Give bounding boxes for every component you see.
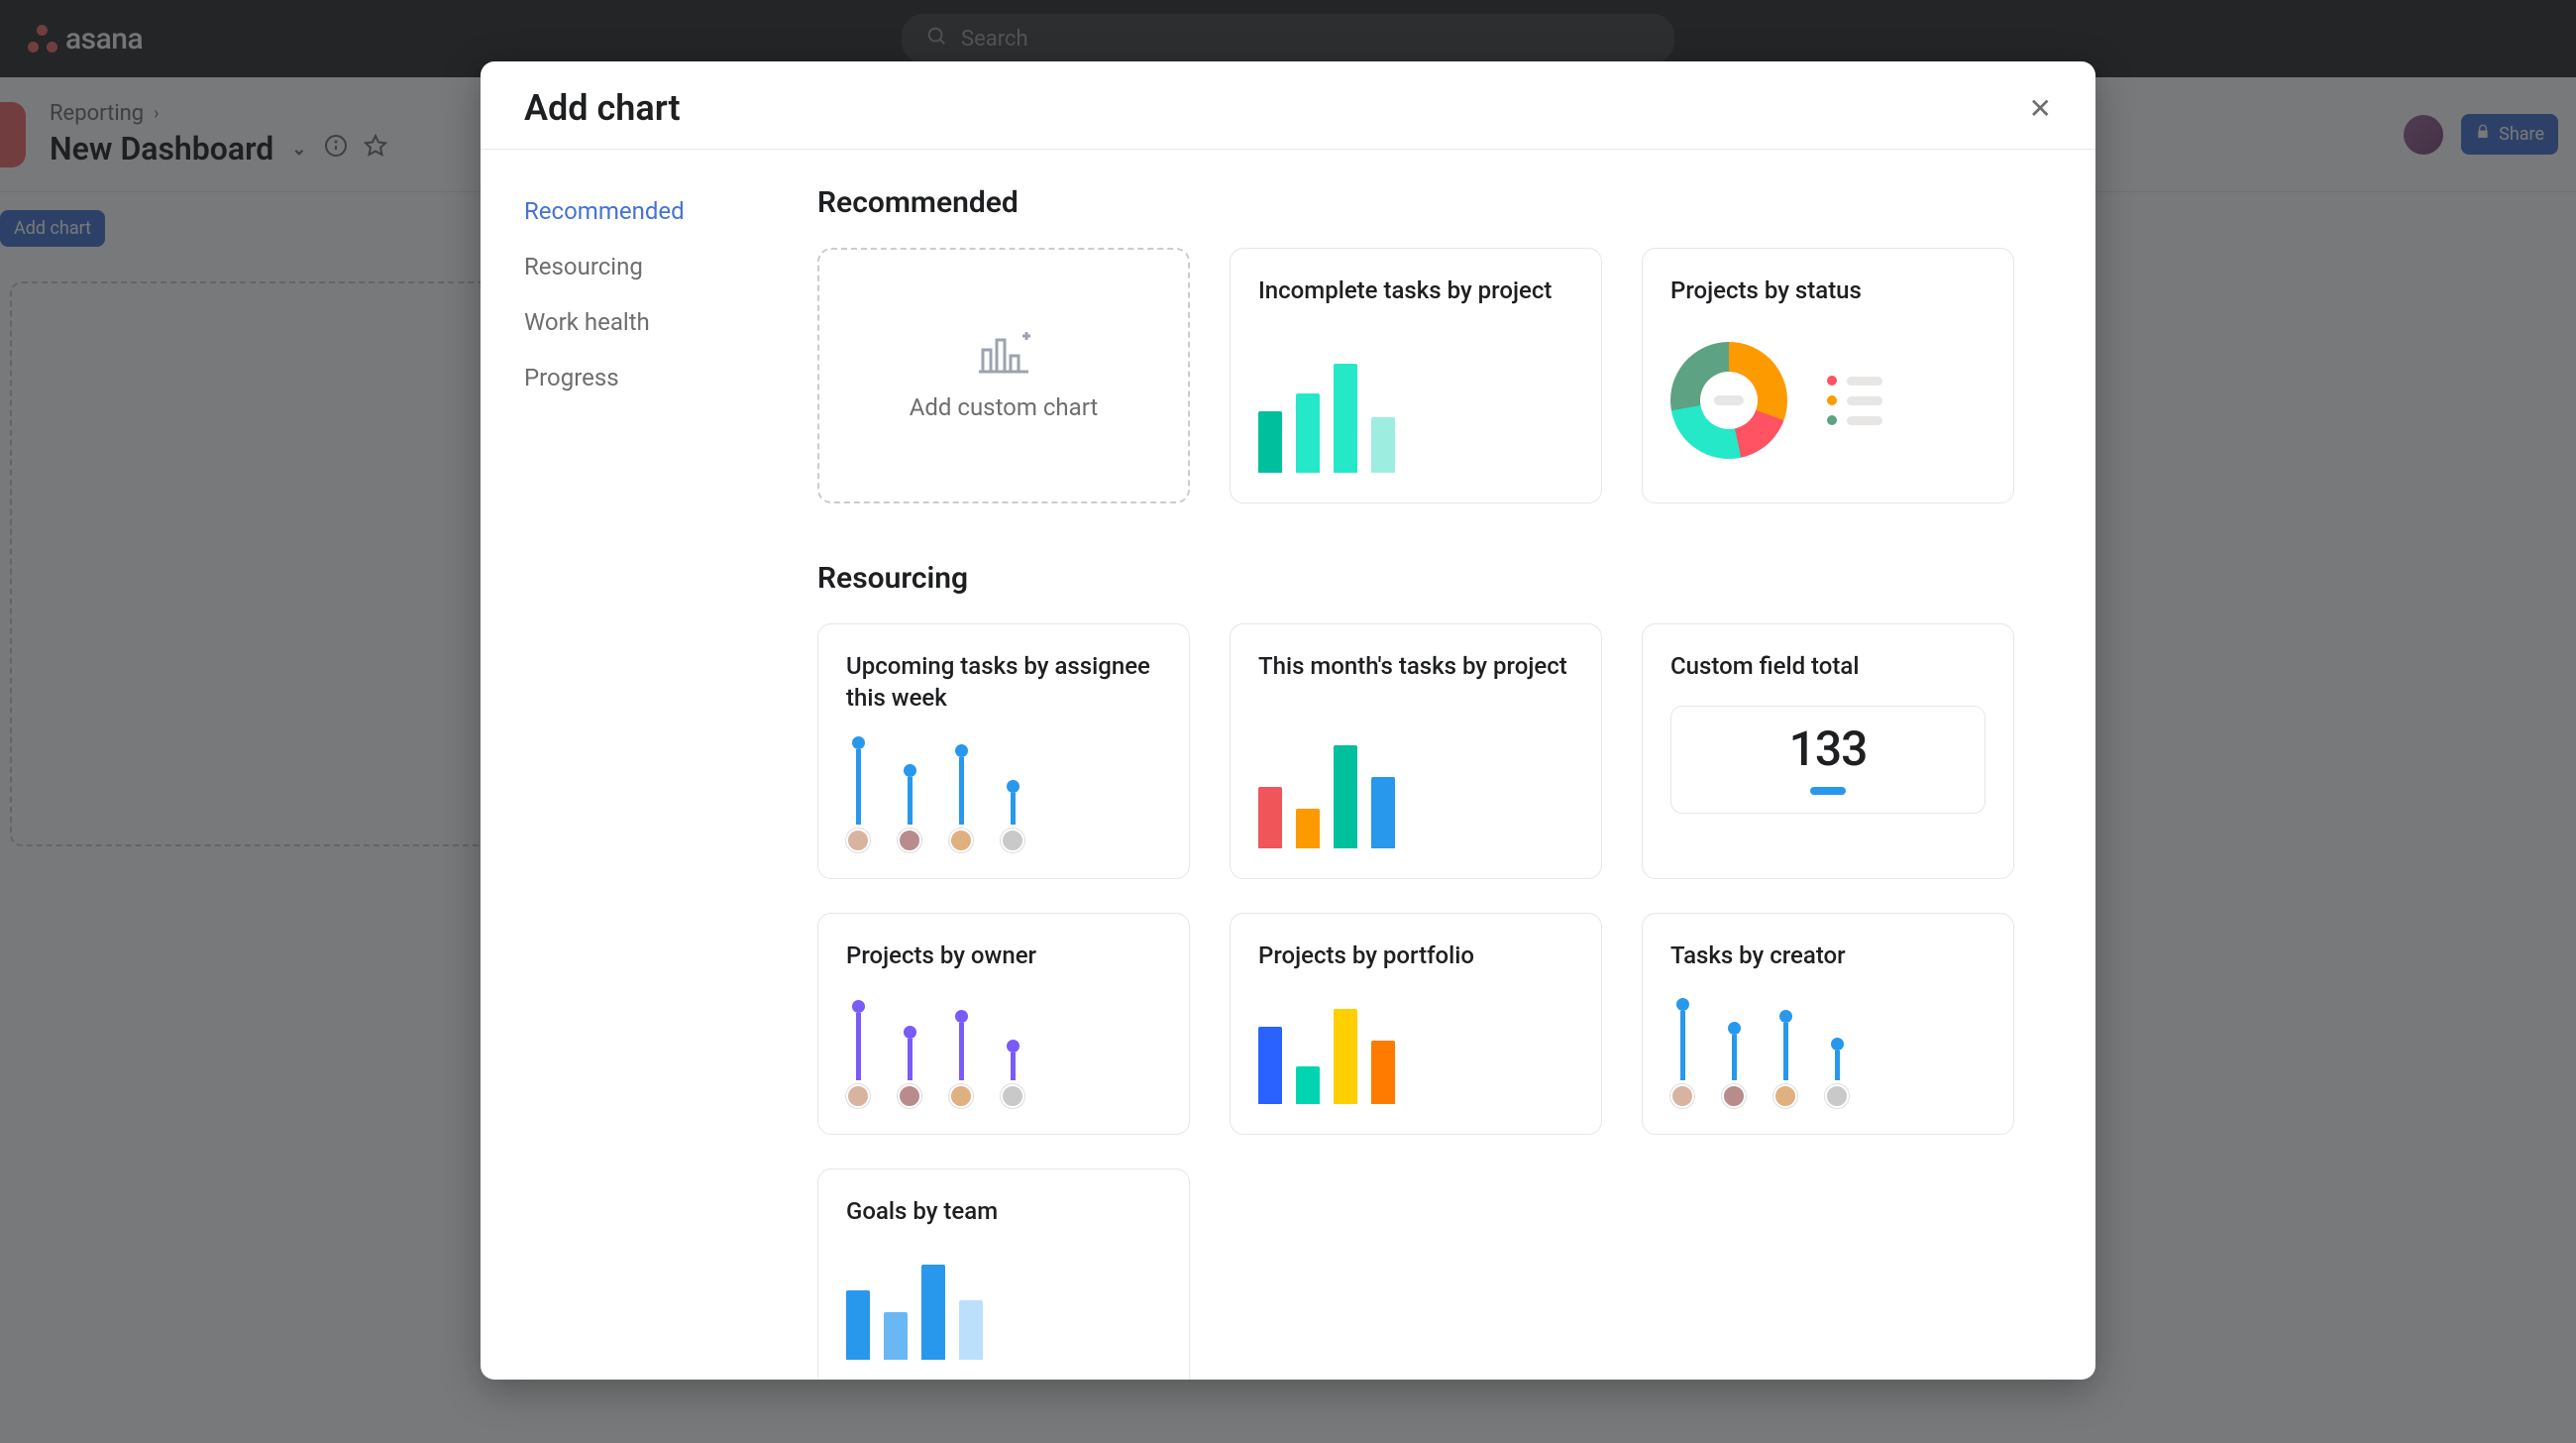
card-title: Tasks by creator <box>1670 940 1986 971</box>
card-projects-by-status[interactable]: Projects by status <box>1642 248 2014 503</box>
close-button[interactable]: ✕ <box>2029 92 2052 125</box>
card-title: Projects by owner <box>846 940 1161 971</box>
sidebar-item-resourcing[interactable]: Resourcing <box>524 239 807 294</box>
card-custom-field-total[interactable]: Custom field total 133 <box>1642 623 2014 879</box>
card-tasks-by-creator[interactable]: Tasks by creator <box>1642 913 2014 1135</box>
card-title: Goals by team <box>846 1195 1161 1227</box>
card-title: Custom field total <box>1670 650 1986 682</box>
sidebar-item-recommended[interactable]: Recommended <box>524 183 807 239</box>
modal-overlay[interactable]: Add chart ✕ Recommended Resourcing Work … <box>0 0 2576 1443</box>
number-value: 133 <box>1789 721 1868 777</box>
bar-chart-plus-icon <box>977 330 1030 378</box>
bar-chart-preview <box>1258 324 1573 477</box>
card-incomplete-tasks-by-project[interactable]: Incomplete tasks by project <box>1230 248 1602 503</box>
card-title: Projects by status <box>1670 275 1986 306</box>
card-projects-by-portfolio[interactable]: Projects by portfolio <box>1230 913 1602 1135</box>
card-projects-by-owner[interactable]: Projects by owner <box>817 913 1190 1135</box>
lollipop-chart-preview <box>1670 989 1986 1108</box>
modal-title: Add chart <box>524 87 681 129</box>
card-title: Incomplete tasks by project <box>1258 275 1573 306</box>
section-title-recommended: Recommended <box>817 185 2048 220</box>
section-title-resourcing: Resourcing <box>817 561 2048 596</box>
modal-sidebar: Recommended Resourcing Work health Progr… <box>481 150 807 1380</box>
card-add-custom-chart[interactable]: Add custom chart <box>817 248 1190 503</box>
lollipop-chart-preview <box>846 989 1161 1108</box>
bar-chart-preview <box>1258 700 1573 852</box>
card-goals-by-team[interactable]: Goals by team <box>817 1168 1190 1380</box>
bar-chart-preview <box>846 1245 1161 1364</box>
number-card-preview: 133 <box>1670 706 1986 814</box>
card-title: This month's tasks by project <box>1258 650 1573 682</box>
card-upcoming-tasks-by-assignee[interactable]: Upcoming tasks by assignee this week <box>817 623 1190 879</box>
card-title: Upcoming tasks by assignee this week <box>846 650 1161 715</box>
donut-chart-preview <box>1670 324 1986 477</box>
sidebar-item-work-health[interactable]: Work health <box>524 294 807 350</box>
add-custom-chart-label: Add custom chart <box>910 393 1099 421</box>
sidebar-item-progress[interactable]: Progress <box>524 350 807 405</box>
lollipop-chart-preview <box>846 732 1161 852</box>
modal-content: Recommended Add custom char <box>807 150 2095 1380</box>
bar-chart-preview <box>1258 989 1573 1108</box>
card-this-months-tasks-by-project[interactable]: This month's tasks by project <box>1230 623 1602 879</box>
close-icon: ✕ <box>2029 92 2052 125</box>
add-chart-modal: Add chart ✕ Recommended Resourcing Work … <box>481 61 2095 1380</box>
card-title: Projects by portfolio <box>1258 940 1573 971</box>
